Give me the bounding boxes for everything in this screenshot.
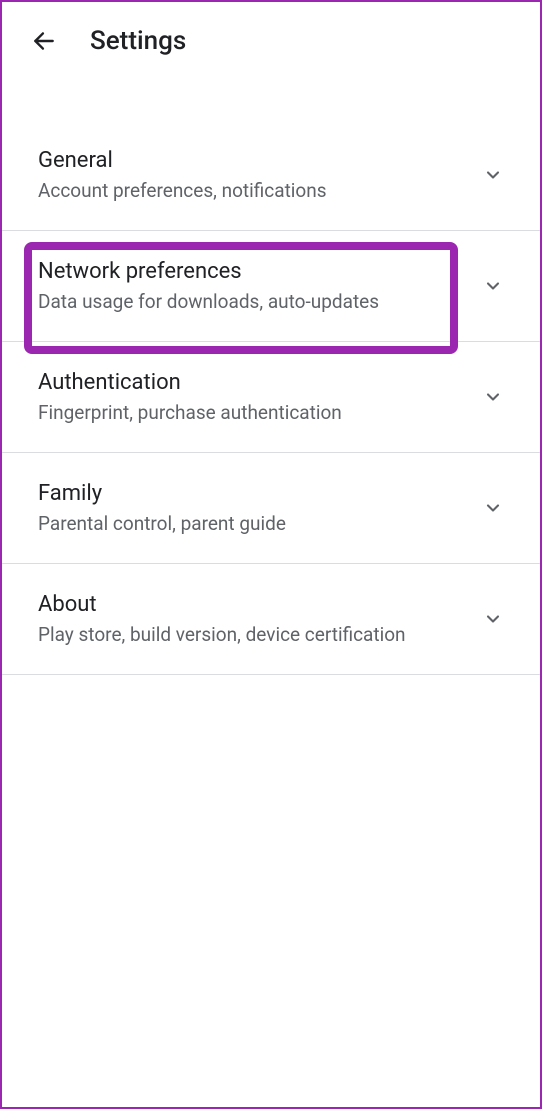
item-subtitle: Play store, build version, device certif… xyxy=(38,623,470,646)
item-subtitle: Parental control, parent guide xyxy=(38,512,470,535)
item-text: Authentication Fingerprint, purchase aut… xyxy=(38,370,470,424)
chevron-down-icon xyxy=(482,386,504,408)
item-title: Family xyxy=(38,481,470,506)
chevron-down-icon xyxy=(482,608,504,630)
settings-item-family[interactable]: Family Parental control, parent guide xyxy=(2,453,540,564)
item-title: Network preferences xyxy=(38,259,470,284)
item-text: About Play store, build version, device … xyxy=(38,592,470,646)
item-title: About xyxy=(38,592,470,617)
settings-item-about[interactable]: About Play store, build version, device … xyxy=(2,564,540,675)
settings-list: General Account preferences, notificatio… xyxy=(2,80,540,675)
item-subtitle: Account preferences, notifications xyxy=(38,179,470,202)
item-title: General xyxy=(38,148,470,173)
back-arrow-icon xyxy=(31,28,57,54)
chevron-down-icon xyxy=(482,164,504,186)
item-text: General Account preferences, notificatio… xyxy=(38,148,470,202)
settings-item-authentication[interactable]: Authentication Fingerprint, purchase aut… xyxy=(2,342,540,453)
item-subtitle: Fingerprint, purchase authentication xyxy=(38,401,470,424)
item-subtitle: Data usage for downloads, auto-updates xyxy=(38,290,470,313)
chevron-down-icon xyxy=(482,275,504,297)
settings-item-general[interactable]: General Account preferences, notificatio… xyxy=(2,120,540,231)
settings-item-network-preferences[interactable]: Network preferences Data usage for downl… xyxy=(2,231,540,342)
page-title: Settings xyxy=(90,26,186,56)
item-title: Authentication xyxy=(38,370,470,395)
back-button[interactable] xyxy=(30,27,58,55)
header: Settings xyxy=(2,2,540,80)
item-text: Family Parental control, parent guide xyxy=(38,481,470,535)
chevron-down-icon xyxy=(482,497,504,519)
item-text: Network preferences Data usage for downl… xyxy=(38,259,470,313)
